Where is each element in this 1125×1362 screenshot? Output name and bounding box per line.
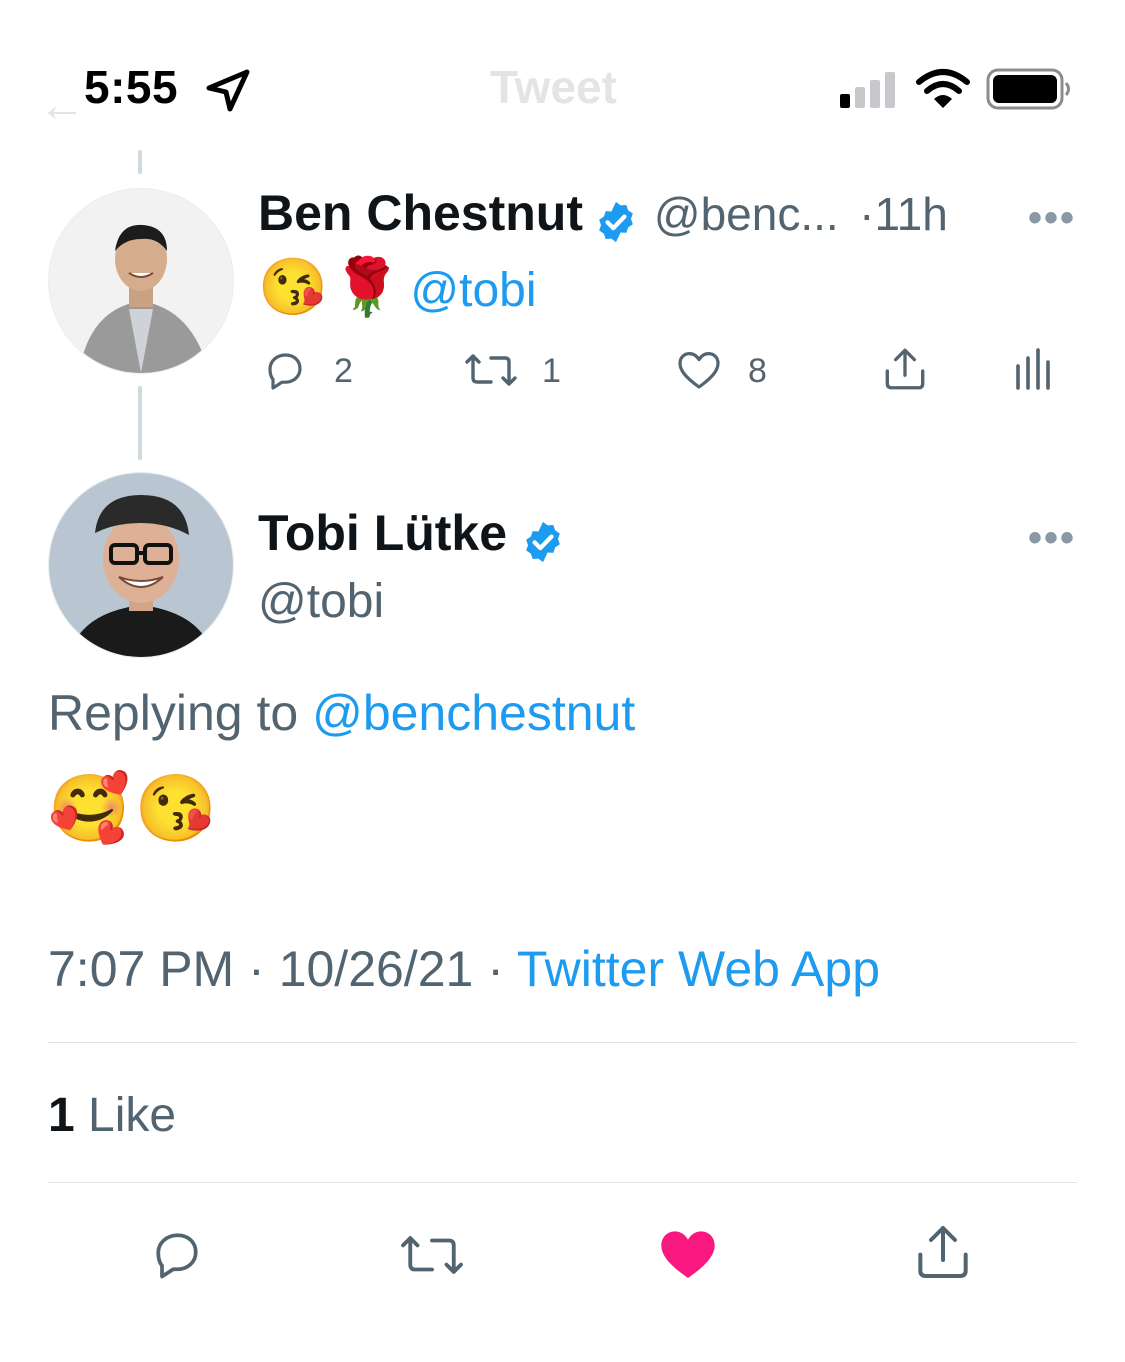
reply-icon[interactable]	[146, 1224, 208, 1284]
author-handle[interactable]: @tobi	[258, 574, 384, 629]
main-tweet-text: 🥰 😘	[48, 770, 217, 848]
tweet-source-link[interactable]: Twitter Web App	[517, 941, 880, 997]
replying-to: Replying to @benchestnut	[48, 684, 635, 742]
battery-icon	[986, 68, 1070, 110]
location-arrow-icon	[206, 69, 250, 112]
emoji-kiss: 😘	[134, 771, 217, 845]
analytics-icon[interactable]	[1012, 346, 1052, 394]
like-count: 8	[748, 352, 767, 390]
emoji-kiss: 😘	[258, 255, 328, 318]
avatar-ben-chestnut[interactable]	[48, 188, 234, 374]
retweet-icon[interactable]	[396, 1226, 468, 1284]
verified-badge-icon	[599, 201, 634, 242]
avatar-tobi-lutke[interactable]	[48, 472, 234, 658]
emoji-smiling-hearts: 🥰	[48, 771, 131, 845]
signal-icon	[840, 72, 895, 108]
separator-dot: ·	[248, 941, 265, 997]
thread-line-top	[138, 150, 142, 174]
like-filled-icon[interactable]	[656, 1222, 720, 1286]
more-options-icon[interactable]: •••	[1028, 196, 1076, 241]
back-arrow-icon[interactable]: ←	[38, 78, 86, 133]
tweet-timestamp: 7:07 PM · 10/26/21 · Twitter Web App	[48, 940, 880, 998]
nav-title: Tweet	[490, 61, 617, 113]
reply-count: 2	[334, 352, 353, 390]
separator-dot: ·	[859, 188, 875, 240]
retweet-count: 1	[542, 352, 561, 390]
divider	[48, 1042, 1077, 1043]
replying-handle-link[interactable]: @benchestnut	[312, 685, 635, 741]
author-handle[interactable]: @benc...	[654, 188, 839, 240]
share-icon[interactable]	[878, 344, 932, 394]
likes-stat[interactable]: 1 Like	[48, 1088, 176, 1143]
separator-dot: ·	[487, 941, 504, 997]
author-name[interactable]: Ben Chestnut	[258, 185, 583, 241]
retweet-icon[interactable]	[462, 346, 520, 394]
tweet-time: 11h	[874, 188, 948, 240]
more-options-icon[interactable]: •••	[1028, 516, 1076, 561]
share-icon[interactable]	[910, 1220, 976, 1284]
tweet-date: 10/26/21	[278, 941, 474, 997]
author-name[interactable]: Tobi Lütke	[258, 505, 507, 561]
likes-count: 1	[48, 1089, 75, 1142]
replying-prefix: Replying to	[48, 685, 299, 741]
wifi-icon	[916, 69, 970, 108]
verified-badge-icon	[525, 521, 560, 562]
divider	[48, 1182, 1077, 1183]
emoji-rose: 🌹	[332, 255, 402, 318]
mention-link[interactable]: @tobi	[410, 264, 536, 317]
parent-tweet-header: Ben Chestnut @benc... ·11h	[258, 184, 948, 249]
status-time: 5:55	[84, 61, 179, 113]
tweet-time: 7:07 PM	[48, 941, 235, 997]
likes-label: Like	[88, 1089, 177, 1142]
like-icon[interactable]	[674, 346, 724, 394]
reply-icon[interactable]	[260, 346, 310, 394]
parent-tweet-text: 😘 🌹 @tobi	[258, 254, 537, 320]
main-tweet-author: Tobi Lütke	[258, 504, 566, 569]
thread-line-connector	[138, 386, 142, 460]
